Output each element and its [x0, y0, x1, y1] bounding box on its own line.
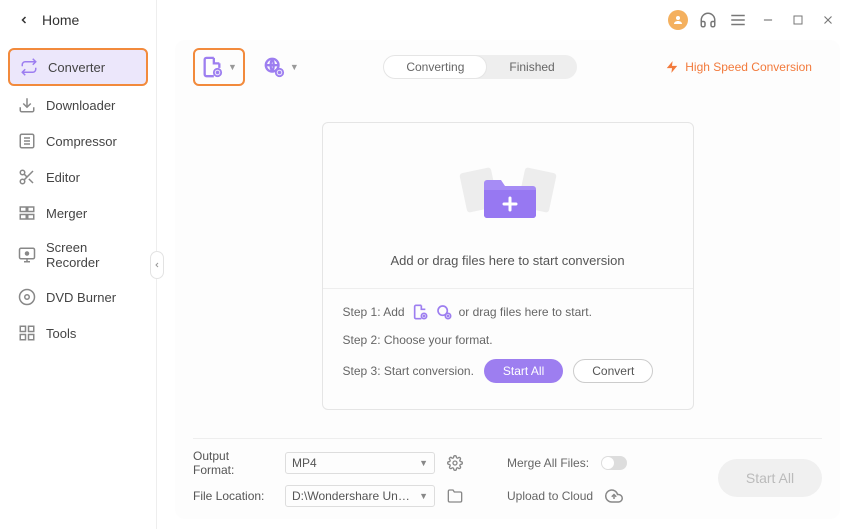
- center-area: Add or drag files here to start conversi…: [193, 94, 822, 438]
- convert-button[interactable]: Convert: [573, 359, 653, 383]
- maximize-icon[interactable]: [788, 10, 808, 30]
- tab-converting[interactable]: Converting: [383, 55, 487, 79]
- chevron-down-icon: ▼: [419, 491, 428, 501]
- sidebar-item-label: Tools: [46, 326, 76, 341]
- sidebar-item-label: Converter: [48, 60, 105, 75]
- minimize-icon[interactable]: [758, 10, 778, 30]
- add-url-button[interactable]: ▼: [257, 50, 305, 84]
- toolbar: ▼ ▼ Converting Finished High Speed Conve…: [193, 40, 822, 94]
- file-location-select[interactable]: D:\Wondershare UniConverter 1 ▼: [285, 485, 435, 507]
- close-icon[interactable]: [818, 10, 838, 30]
- back-icon[interactable]: [18, 14, 30, 26]
- output-format-select[interactable]: MP4 ▼: [285, 452, 435, 474]
- file-location-label: File Location:: [193, 489, 273, 503]
- collapse-sidebar-button[interactable]: [150, 251, 164, 279]
- avatar[interactable]: [668, 10, 688, 30]
- sidebar: Home Converter Downloader Compressor: [0, 0, 157, 529]
- high-speed-button[interactable]: High Speed Conversion: [655, 56, 822, 78]
- merger-icon: [18, 204, 36, 222]
- sidebar-item-label: Merger: [46, 206, 87, 221]
- dvd-icon: [18, 288, 36, 306]
- steps: Step 1: Add or drag files here to start.…: [335, 303, 681, 383]
- output-format-row: Output Format: MP4 ▼ Merge All Files:: [193, 449, 718, 477]
- sidebar-item-label: DVD Burner: [46, 290, 116, 305]
- cloud-icon[interactable]: [605, 487, 623, 505]
- sidebar-item-compressor[interactable]: Compressor: [8, 124, 148, 158]
- dropzone[interactable]: Add or drag files here to start conversi…: [322, 122, 694, 410]
- screen-recorder-icon: [18, 246, 36, 264]
- start-all-main-button[interactable]: Start All: [718, 459, 822, 497]
- support-icon[interactable]: [698, 10, 718, 30]
- bolt-icon: [665, 60, 679, 74]
- home-label[interactable]: Home: [42, 12, 79, 28]
- folder-icon[interactable]: [447, 488, 463, 504]
- downloader-icon: [18, 96, 36, 114]
- nav-list: Converter Downloader Compressor Editor: [0, 48, 156, 350]
- footer: Output Format: MP4 ▼ Merge All Files: St…: [193, 438, 822, 519]
- sidebar-item-label: Screen Recorder: [46, 240, 138, 270]
- sidebar-item-merger[interactable]: Merger: [8, 196, 148, 230]
- chevron-down-icon: ▼: [290, 62, 299, 72]
- merge-toggle[interactable]: [601, 456, 627, 470]
- editor-icon: [18, 168, 36, 186]
- add-file-icon: [411, 303, 429, 321]
- divider: [323, 288, 693, 289]
- step-2: Step 2: Choose your format.: [343, 331, 673, 349]
- converter-icon: [20, 58, 38, 76]
- add-url-icon: [435, 303, 453, 321]
- step-1: Step 1: Add or drag files here to start.: [343, 303, 673, 321]
- add-file-button[interactable]: ▼: [193, 48, 245, 86]
- output-format-label: Output Format:: [193, 449, 273, 477]
- chevron-down-icon: ▼: [228, 62, 237, 72]
- sidebar-item-label: Compressor: [46, 134, 117, 149]
- sidebar-item-converter[interactable]: Converter: [8, 48, 148, 86]
- upload-label: Upload to Cloud: [507, 489, 593, 503]
- sidebar-item-label: Downloader: [46, 98, 115, 113]
- tab-finished[interactable]: Finished: [487, 55, 576, 79]
- sidebar-item-downloader[interactable]: Downloader: [8, 88, 148, 122]
- chevron-down-icon: ▼: [419, 458, 428, 468]
- gear-icon[interactable]: [447, 455, 463, 471]
- step-3: Step 3: Start conversion. Start All Conv…: [343, 359, 673, 383]
- sidebar-item-label: Editor: [46, 170, 80, 185]
- sidebar-header: Home: [0, 0, 156, 40]
- tools-icon: [18, 324, 36, 342]
- sidebar-item-editor[interactable]: Editor: [8, 160, 148, 194]
- status-tabs: Converting Finished: [383, 55, 576, 79]
- main: ▼ ▼ Converting Finished High Speed Conve…: [157, 0, 850, 529]
- sidebar-item-screen-recorder[interactable]: Screen Recorder: [8, 232, 148, 278]
- compressor-icon: [18, 132, 36, 150]
- menu-icon[interactable]: [728, 10, 748, 30]
- high-speed-label: High Speed Conversion: [685, 60, 812, 74]
- file-location-row: File Location: D:\Wondershare UniConvert…: [193, 485, 718, 507]
- start-all-button[interactable]: Start All: [484, 359, 563, 383]
- folder-illustration: [335, 147, 681, 237]
- sidebar-item-tools[interactable]: Tools: [8, 316, 148, 350]
- titlebar: [157, 0, 850, 40]
- merge-label: Merge All Files:: [507, 456, 589, 470]
- dropzone-text: Add or drag files here to start conversi…: [335, 253, 681, 268]
- sidebar-item-dvd-burner[interactable]: DVD Burner: [8, 280, 148, 314]
- content: ▼ ▼ Converting Finished High Speed Conve…: [175, 40, 840, 519]
